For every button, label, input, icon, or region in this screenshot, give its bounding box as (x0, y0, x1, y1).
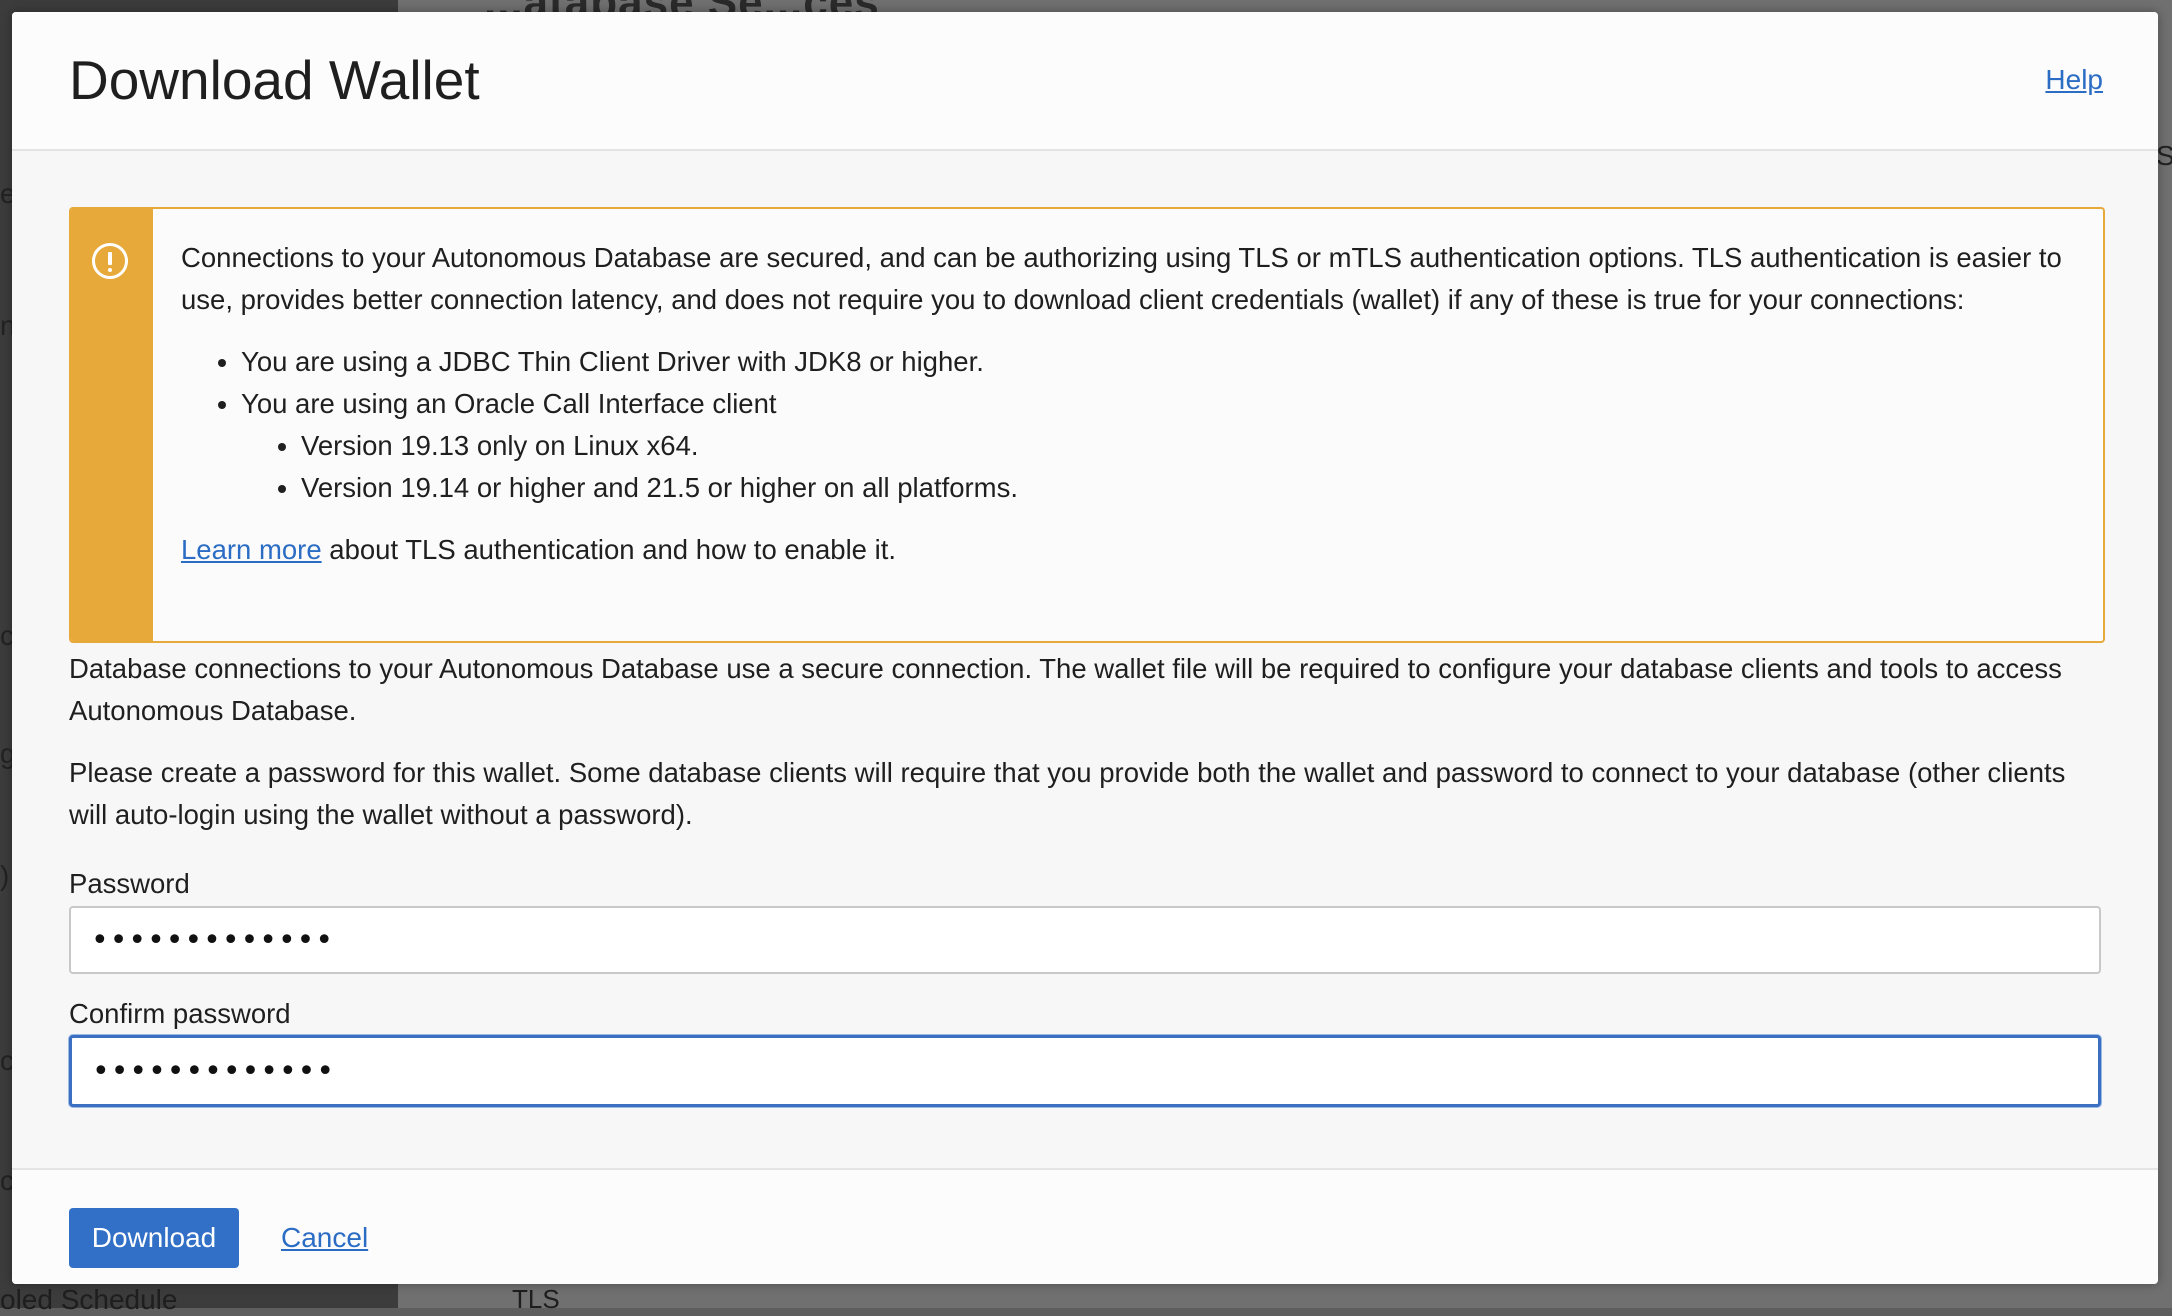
list-item: You are using an Oracle Call Interface c… (241, 383, 2071, 509)
background-bottom-text: TLS (512, 1284, 560, 1314)
password-instructions: Please create a password for this wallet… (69, 757, 2066, 830)
dialog-footer: Download Cancel (12, 1168, 2158, 1284)
list-item-label: You are using an Oracle Call Interface c… (241, 388, 777, 419)
list-item: You are using a JDBC Thin Client Driver … (241, 341, 2071, 383)
download-wallet-dialog: Download Wallet Help Connections to your… (12, 12, 2158, 1284)
background-side-text: ) (0, 860, 10, 891)
warning-bar (71, 209, 153, 641)
background-side-text: S (2156, 140, 2172, 171)
exclamation-circle-icon (92, 243, 128, 279)
help-link[interactable]: Help (2045, 64, 2103, 96)
learn-more-line: Learn more about TLS authentication and … (181, 529, 2071, 571)
warning-content: Connections to your Autonomous Database … (181, 237, 2071, 571)
password-label: Password (69, 868, 190, 899)
download-button[interactable]: Download (69, 1208, 239, 1268)
warning-bullet-list: You are using a JDBC Thin Client Driver … (181, 341, 2071, 509)
background-bottom-text: oled Schedule (0, 1284, 178, 1315)
list-item: Version 19.13 only on Linux x64. (301, 425, 2071, 467)
confirm-password-field[interactable] (69, 1035, 2101, 1107)
cancel-link[interactable]: Cancel (281, 1222, 368, 1254)
warning-intro: Connections to your Autonomous Database … (181, 242, 2062, 315)
learn-more-link[interactable]: Learn more (181, 534, 322, 565)
learn-more-suffix: about TLS authentication and how to enab… (321, 534, 896, 565)
tls-warning-box: Connections to your Autonomous Database … (69, 207, 2105, 643)
dialog-title: Download Wallet (69, 49, 480, 111)
password-field[interactable] (69, 906, 2101, 974)
confirm-password-label: Confirm password (69, 998, 291, 1029)
wallet-description: Database connections to your Autonomous … (69, 653, 2062, 726)
dialog-header: Download Wallet Help (12, 12, 2158, 151)
list-item: Version 19.14 or higher and 21.5 or high… (301, 467, 2071, 509)
warning-sub-bullet-list: Version 19.13 only on Linux x64. Version… (241, 425, 2071, 509)
